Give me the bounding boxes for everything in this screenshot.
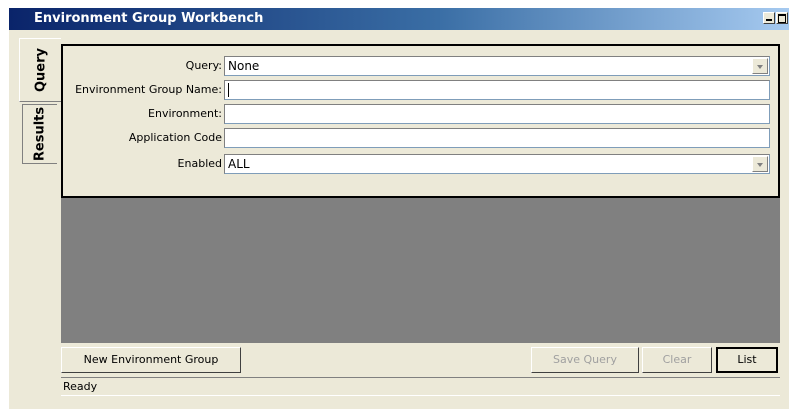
environment-label: Environment:	[148, 107, 222, 120]
minimize-icon[interactable]	[763, 12, 775, 24]
query-row: Query: None	[63, 56, 778, 76]
clear-button[interactable]: Clear	[642, 347, 712, 373]
button-bar: New Environment Group Save Query Clear L…	[61, 343, 780, 379]
list-button[interactable]: List	[716, 347, 778, 373]
save-query-button[interactable]: Save Query	[531, 347, 639, 373]
query-select-value: None	[228, 59, 260, 73]
new-environment-group-button[interactable]: New Environment Group	[61, 347, 241, 373]
environment-input[interactable]	[224, 104, 770, 124]
query-dropdown-icon[interactable]	[752, 58, 768, 74]
application-code-label: Application Code	[128, 131, 222, 144]
env-group-name-input[interactable]	[224, 80, 770, 100]
env-group-name-label: Environment Group Name:	[75, 83, 222, 96]
query-select[interactable]: None	[224, 56, 770, 76]
query-label: Query:	[185, 59, 222, 72]
tab-query-label: Query	[33, 47, 48, 93]
application-code-row: Application Code	[63, 128, 778, 148]
tab-query[interactable]: Query	[19, 38, 61, 102]
enabled-row: Enabled ALL	[63, 154, 778, 174]
tab-results-label: Results	[32, 106, 48, 162]
enabled-dropdown-icon[interactable]	[752, 156, 768, 172]
tab-strip: Query Results	[19, 38, 61, 418]
enabled-label: Enabled	[177, 157, 222, 170]
tab-results[interactable]: Results	[22, 104, 57, 164]
enabled-select[interactable]: ALL	[224, 154, 770, 174]
query-form: Query: None Environment Group Name: Envi…	[61, 44, 780, 198]
application-code-input[interactable]	[224, 128, 770, 148]
enabled-select-value: ALL	[228, 157, 250, 171]
window-title: Environment Group Workbench	[34, 11, 264, 26]
environment-row: Environment:	[63, 104, 778, 124]
status-bar: Ready	[61, 377, 780, 396]
env-group-name-row: Environment Group Name:	[63, 80, 778, 100]
workbench-window: Environment Group Workbench Query Result…	[9, 8, 789, 409]
title-bar[interactable]: Environment Group Workbench	[9, 8, 789, 30]
results-area	[61, 198, 780, 343]
maximize-icon[interactable]	[776, 12, 788, 24]
